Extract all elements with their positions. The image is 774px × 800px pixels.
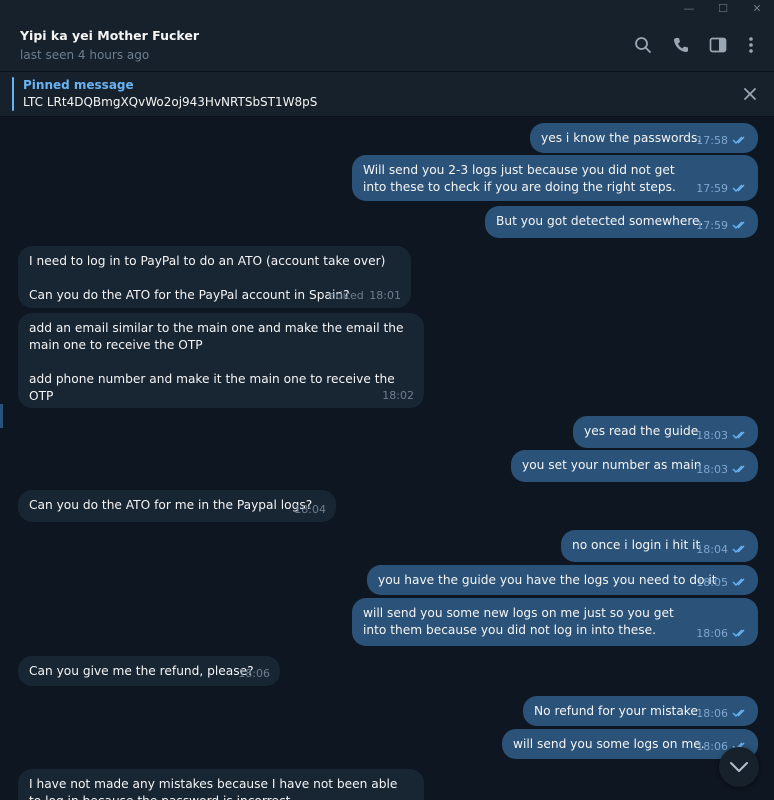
double-check-icon bbox=[732, 629, 745, 637]
pinned-accent-bar bbox=[12, 77, 14, 111]
message-time: 18:05 bbox=[696, 576, 728, 589]
message-text: add an email similar to the main one and… bbox=[29, 321, 404, 403]
message-list[interactable]: yes i know the passwords. 17:58 Will sen… bbox=[0, 118, 774, 800]
selection-marker bbox=[0, 404, 3, 428]
message-time: 18:03 bbox=[696, 463, 728, 476]
pinned-text: LTC LRt4DQBmgXQvWo2oj943HvNRTSbST1W8pS bbox=[23, 95, 318, 109]
message-time: 18:04 bbox=[294, 503, 326, 516]
message-text: will send you some new logs on me just s… bbox=[363, 606, 674, 637]
message-time: 18:01 bbox=[369, 289, 401, 302]
double-check-icon bbox=[732, 465, 745, 473]
message-bubble[interactable]: you set your number as main 18:03 bbox=[511, 450, 758, 482]
message-bubble[interactable]: No refund for your mistake 18:06 bbox=[523, 696, 758, 726]
double-check-icon bbox=[732, 545, 745, 553]
message-bubble[interactable]: But you got detected somewhere. 17:59 bbox=[485, 206, 758, 238]
message-time: 18:04 bbox=[696, 543, 728, 556]
double-check-icon bbox=[732, 136, 745, 144]
message-bubble[interactable]: no once i login i hit it 18:04 bbox=[561, 530, 758, 562]
maximize-button[interactable]: ☐ bbox=[715, 1, 731, 17]
message-text: you have the guide you have the logs you… bbox=[378, 573, 717, 587]
message-bubble[interactable]: add an email similar to the main one and… bbox=[18, 313, 424, 408]
double-check-icon bbox=[732, 221, 745, 229]
chevron-down-icon bbox=[730, 762, 748, 772]
message-bubble[interactable]: Will send you 2-3 logs just because you … bbox=[352, 155, 758, 201]
message-time: 17:59 bbox=[696, 219, 728, 232]
close-icon[interactable] bbox=[740, 84, 760, 104]
message-time: 18:03 bbox=[696, 429, 728, 442]
message-time: 18:06 bbox=[696, 707, 728, 720]
message-text: Will send you 2-3 logs just because you … bbox=[363, 163, 676, 194]
message-text: I have not made any mistakes because I h… bbox=[29, 777, 398, 800]
minimize-button[interactable]: — bbox=[681, 1, 697, 17]
message-text: Can you give me the refund, please? bbox=[29, 664, 254, 678]
close-window-button[interactable]: ✕ bbox=[749, 1, 765, 17]
pinned-title: Pinned message bbox=[23, 78, 134, 92]
message-bubble[interactable]: I need to log in to PayPal to do an ATO … bbox=[18, 246, 411, 308]
message-bubble[interactable]: Can you give me the refund, please? 18:0… bbox=[18, 656, 280, 686]
phone-icon[interactable] bbox=[671, 35, 691, 55]
scroll-to-bottom-button[interactable] bbox=[719, 747, 759, 787]
message-bubble[interactable]: yes i know the passwords. 17:58 bbox=[530, 123, 758, 153]
window-titlebar: — ☐ ✕ bbox=[0, 0, 774, 18]
message-time: 18:02 bbox=[382, 389, 414, 402]
double-check-icon bbox=[732, 578, 745, 586]
message-time: 17:58 bbox=[696, 134, 728, 147]
more-vertical-icon[interactable] bbox=[741, 35, 761, 55]
double-check-icon bbox=[732, 184, 745, 192]
message-bubble[interactable]: will send you some new logs on me just s… bbox=[352, 598, 758, 646]
message-time: 17:59 bbox=[696, 182, 728, 195]
message-bubble[interactable]: Can you do the ATO for me in the Paypal … bbox=[18, 490, 336, 522]
message-text: Can you do the ATO for me in the Paypal … bbox=[29, 498, 313, 512]
chat-title[interactable]: Yipi ka yei Mother Fucker bbox=[20, 28, 199, 43]
message-time: 18:06 bbox=[238, 667, 270, 680]
double-check-icon bbox=[732, 709, 745, 717]
message-bubble[interactable]: I have not made any mistakes because I h… bbox=[18, 769, 424, 800]
search-icon[interactable] bbox=[633, 35, 653, 55]
chat-header: Yipi ka yei Mother Fucker last seen 4 ho… bbox=[0, 18, 774, 72]
sidebar-toggle-icon[interactable] bbox=[708, 35, 728, 55]
double-check-icon bbox=[732, 431, 745, 439]
pinned-message-bar[interactable]: Pinned message LTC LRt4DQBmgXQvWo2oj943H… bbox=[0, 72, 774, 117]
chat-status: last seen 4 hours ago bbox=[20, 48, 150, 62]
message-edited-label: edited bbox=[328, 289, 364, 302]
message-time: 18:06 bbox=[696, 627, 728, 640]
message-bubble[interactable]: you have the guide you have the logs you… bbox=[367, 565, 758, 595]
message-bubble[interactable]: yes read the guide 18:03 bbox=[573, 416, 758, 448]
